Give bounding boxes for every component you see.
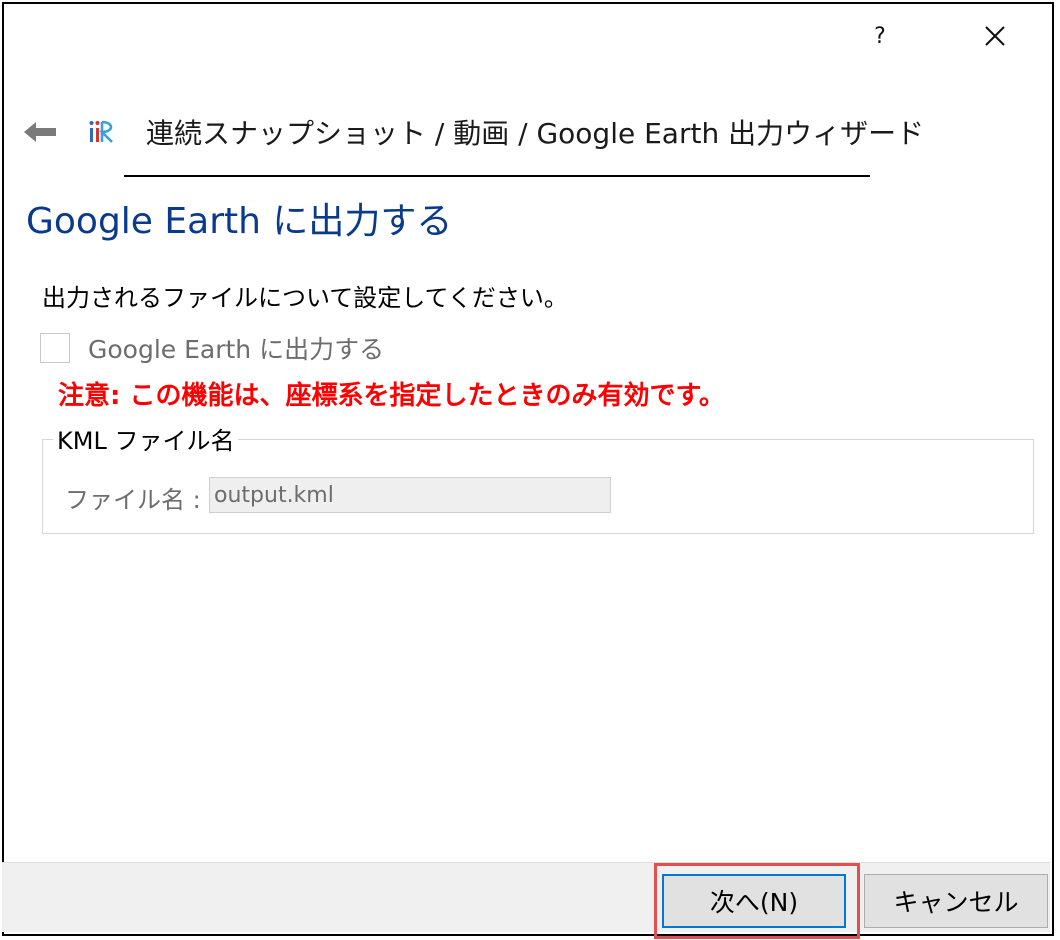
help-button[interactable]: ? xyxy=(858,14,902,58)
kml-filename-group: KML ファイル名 ファイル名 : xyxy=(42,421,1034,534)
checkbox-label: Google Earth に出力する xyxy=(88,335,385,364)
close-x-icon xyxy=(985,26,1005,46)
question-mark-icon: ? xyxy=(874,23,886,49)
wizard-title: 連続スナップショット / 動画 / Google Earth 出力ウィザード xyxy=(146,117,925,150)
arrow-left-icon xyxy=(24,122,56,142)
group-legend: KML ファイル名 xyxy=(53,421,239,456)
next-button[interactable]: 次へ(N) xyxy=(662,874,846,928)
page-title: Google Earth に出力する xyxy=(26,201,453,242)
google-earth-checkbox[interactable]: Google Earth に出力する xyxy=(40,330,384,366)
instructions-text: 出力されるファイルについて設定してください。 xyxy=(42,284,568,312)
wizard-header: 連続スナップショット / 動画 / Google Earth 出力ウィザード xyxy=(18,104,924,160)
filename-input[interactable] xyxy=(209,477,611,513)
filename-label: ファイル名 : xyxy=(65,486,201,514)
back-button[interactable] xyxy=(18,110,62,154)
cancel-button[interactable]: キャンセル xyxy=(864,874,1048,928)
warning-text: 注意: この機能は、座標系を指定したときのみ有効です。 xyxy=(58,381,725,411)
header-divider xyxy=(124,175,870,177)
iric-logo-icon xyxy=(88,118,116,146)
checkbox-box[interactable] xyxy=(40,333,70,363)
close-button[interactable] xyxy=(970,14,1020,58)
